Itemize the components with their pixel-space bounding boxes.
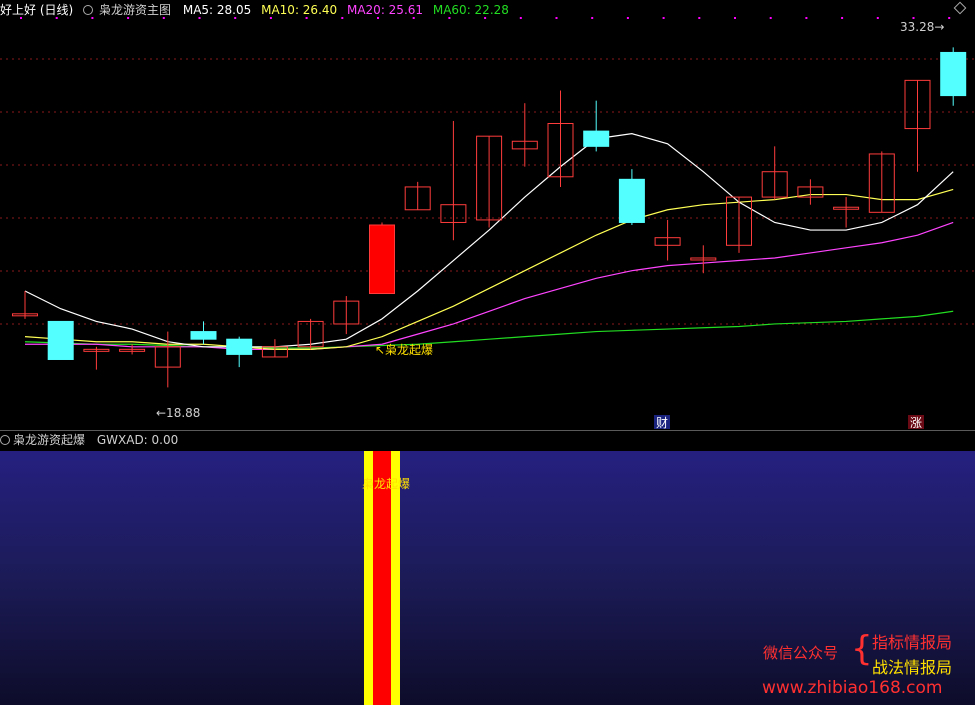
lower-indicator-panel[interactable] [0, 451, 975, 705]
watermark-line2: 战法情报局 [872, 658, 953, 677]
ma60-value: MA60: 22.28 [432, 3, 509, 17]
ma10-value: MA10: 26.40 [261, 3, 338, 17]
marker-zhang: 涨 [910, 415, 922, 430]
collapse-icon[interactable] [0, 435, 10, 445]
watermark-brace: { [851, 629, 873, 669]
lower-study-name[interactable]: 枭龙游资起爆 [13, 433, 85, 447]
watermark-line1: 指标情报局 [872, 633, 953, 652]
signal-label: ↖枭龙起爆 [375, 342, 433, 357]
study-name[interactable]: 枭龙游资主图 [99, 3, 171, 17]
candle-body [583, 130, 610, 147]
lower-panel-header: 枭龙游资起爆 GWXAD: 0.00 [0, 430, 975, 450]
stock-title[interactable]: 好上好 (日线) [0, 3, 73, 17]
marker-cai: 财 [656, 416, 668, 430]
ma20-line [25, 221, 954, 350]
watermark-url: www.zhibiao168.com [762, 678, 943, 698]
ma5-value: MA5: 28.05 [182, 3, 252, 17]
candle-body [940, 51, 967, 97]
candle-body [369, 224, 395, 295]
low-price-label: ←18.88 [156, 406, 200, 420]
watermark-wechat: 微信公众号 [763, 644, 839, 662]
candle-body [47, 320, 74, 360]
candle-body [618, 178, 645, 223]
collapse-icon[interactable] [83, 5, 94, 15]
candle-body [226, 338, 253, 355]
chart-header: 好上好 (日线) 枭龙游资主图 MA5: 28.05 MA10: 26.40 M… [0, 0, 975, 20]
ma20-value: MA20: 25.61 [346, 3, 424, 17]
gwxad-value: GWXAD: 0.00 [96, 433, 179, 447]
ma60-line [24, 310, 954, 349]
candle-body [190, 331, 217, 340]
high-price-label: 33.28→ [900, 20, 944, 34]
